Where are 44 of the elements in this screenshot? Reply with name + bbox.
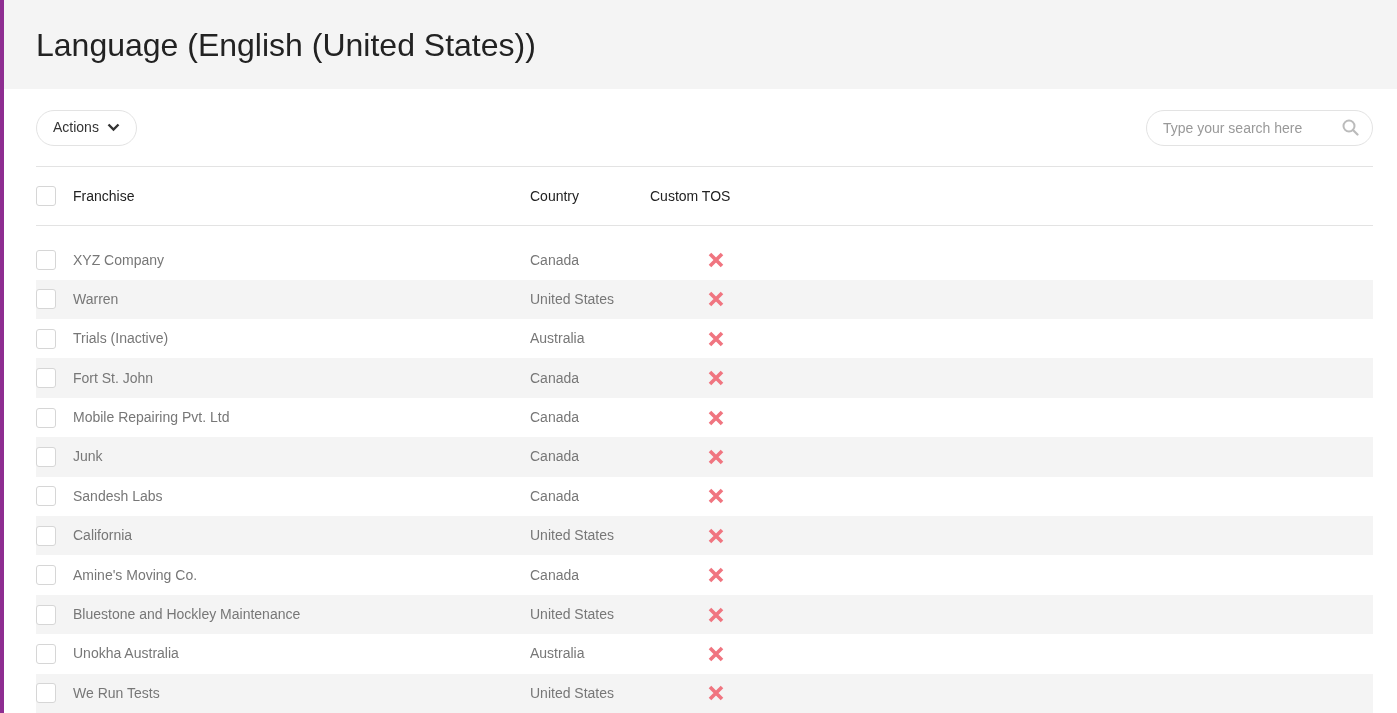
checkbox[interactable] <box>36 368 56 389</box>
country-cell-text: Canada <box>530 408 581 428</box>
checkbox[interactable] <box>36 289 56 310</box>
franchise-cell-text: We Run Tests <box>73 683 161 703</box>
franchise-cell-text: Unokha Australia <box>73 644 180 664</box>
country-cell-text: United States <box>530 683 616 703</box>
franchise-cell-text: Mobile Repairing Pvt. Ltd <box>73 408 231 428</box>
franchise-cell-text: Junk <box>73 447 104 467</box>
checkbox[interactable] <box>36 446 56 467</box>
franchise-cell-text: Sandesh Labs <box>73 486 164 506</box>
country-cell-text: United States <box>530 605 616 624</box>
country-cell-text: Canada <box>530 486 581 506</box>
country-cell-text: Canada <box>530 447 581 467</box>
chevron-down-icon <box>106 123 120 133</box>
search-field[interactable]: Type your search here <box>1146 109 1373 146</box>
franchise-cell-text: Amine's Moving Co. <box>73 565 199 585</box>
franchise-cell-text: Fort St. John <box>73 368 155 388</box>
search-icon <box>1342 118 1359 136</box>
column-header: Custom TOS <box>650 186 732 206</box>
franchise-cell-text: Trials (Inactive) <box>73 329 170 349</box>
country-cell-text: United States <box>530 526 616 546</box>
checkbox[interactable] <box>36 486 56 507</box>
checkbox[interactable] <box>36 525 56 546</box>
select-all-checkbox[interactable] <box>36 186 56 207</box>
column-header: Country <box>530 186 581 206</box>
checkbox[interactable] <box>36 683 56 704</box>
franchise-cell-text: XYZ Company <box>73 250 166 270</box>
checkbox[interactable] <box>36 565 56 586</box>
column-header: Franchise <box>73 186 136 206</box>
checkbox[interactable] <box>36 604 56 625</box>
country-cell-text: Australia <box>530 329 586 349</box>
checkbox[interactable] <box>36 250 56 270</box>
country-cell-text: Canada <box>530 250 581 270</box>
page-title: Language (English (United States)) <box>36 25 536 65</box>
country-cell-text: Australia <box>530 644 586 664</box>
country-cell-text: United States <box>530 289 616 309</box>
checkbox[interactable] <box>36 643 56 664</box>
country-cell-text: Canada <box>530 565 581 585</box>
country-cell-text: Canada <box>530 368 581 388</box>
checkbox[interactable] <box>36 407 56 428</box>
franchise-cell-text: California <box>73 526 134 546</box>
checkbox[interactable] <box>36 328 56 349</box>
franchise-cell-text: Bluestone and Hockley Maintenance <box>73 605 302 624</box>
franchise-cell-text: Warren <box>73 289 120 309</box>
